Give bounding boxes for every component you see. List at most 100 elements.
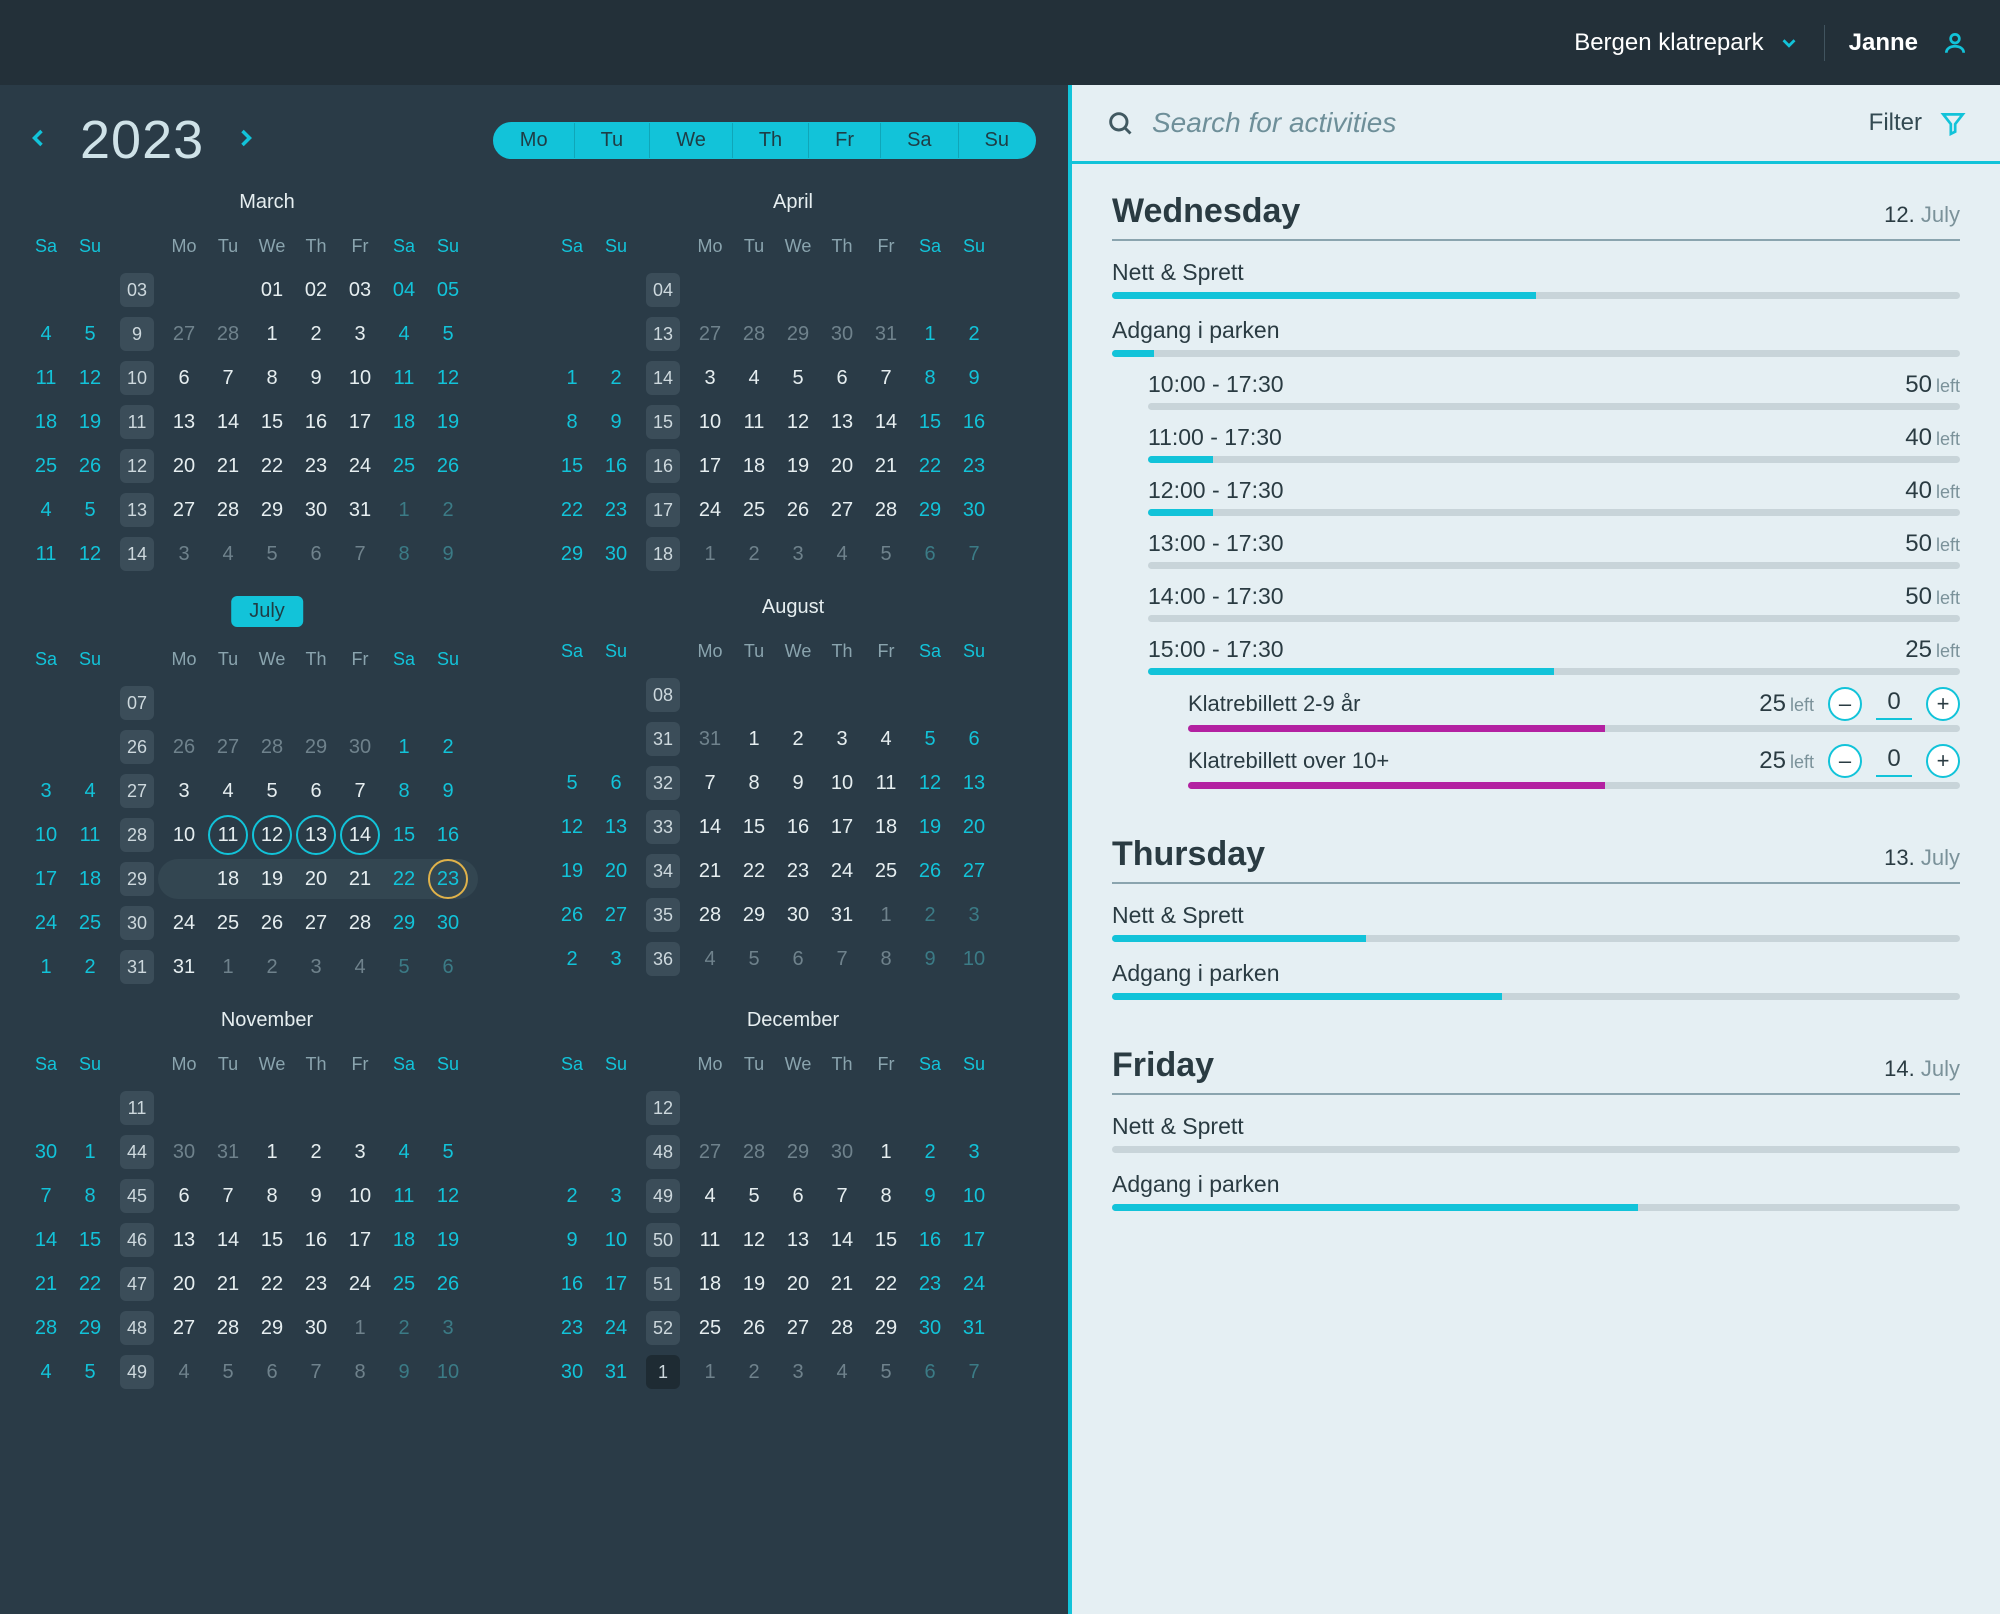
calendar-day[interactable]: 1 [382, 488, 426, 532]
calendar-day[interactable]: 26 [776, 488, 820, 532]
calendar-day[interactable]: 21 [820, 1262, 864, 1306]
calendar-day[interactable]: 5 [68, 1350, 112, 1394]
calendar-day[interactable]: 2 [550, 937, 594, 981]
calendar-day[interactable]: 12 [426, 356, 470, 400]
calendar-day[interactable]: 5 [864, 1350, 908, 1394]
calendar-day[interactable]: 28 [864, 488, 908, 532]
calendar-day[interactable]: 5 [68, 312, 112, 356]
prev-year-button[interactable] [24, 124, 52, 157]
calendar-day[interactable]: 1 [206, 945, 250, 989]
calendar-day[interactable]: 15 [864, 1218, 908, 1262]
calendar-day[interactable]: 29 [68, 1306, 112, 1350]
calendar-day[interactable]: 6 [952, 717, 996, 761]
calendar-day[interactable]: 25 [732, 488, 776, 532]
calendar-day[interactable]: 8 [382, 532, 426, 576]
calendar-day[interactable]: 18 [732, 444, 776, 488]
calendar-day[interactable]: 8 [732, 761, 776, 805]
calendar-day[interactable]: 27 [820, 488, 864, 532]
calendar-day[interactable]: 6 [162, 356, 206, 400]
calendar-day[interactable]: 7 [24, 1174, 68, 1218]
calendar-day[interactable]: 14 [206, 1218, 250, 1262]
calendar-day[interactable]: 12 [68, 532, 112, 576]
calendar-day[interactable]: 1 [382, 725, 426, 769]
time-slot[interactable]: 12:00 - 17:3040left [1112, 477, 1960, 516]
calendar-day[interactable]: 5 [550, 761, 594, 805]
calendar-day[interactable]: 8 [864, 937, 908, 981]
calendar-day[interactable]: 26 [732, 1306, 776, 1350]
calendar-day[interactable]: 26 [426, 1262, 470, 1306]
calendar-day[interactable]: 6 [908, 1350, 952, 1394]
calendar-day[interactable]: 21 [206, 1262, 250, 1306]
calendar-day[interactable]: 12 [776, 400, 820, 444]
calendar-day[interactable]: 1 [338, 1306, 382, 1350]
calendar-day[interactable]: 26 [908, 849, 952, 893]
calendar-day[interactable]: 20 [776, 1262, 820, 1306]
calendar-day[interactable]: 29 [908, 488, 952, 532]
calendar-day[interactable]: 30 [294, 1306, 338, 1350]
calendar-day[interactable]: 4 [688, 1174, 732, 1218]
calendar-day[interactable]: 15 [250, 1218, 294, 1262]
calendar-day[interactable]: 2 [426, 488, 470, 532]
calendar-day[interactable]: 9 [908, 1174, 952, 1218]
calendar-day[interactable]: 5 [732, 937, 776, 981]
calendar-day[interactable]: 1 [550, 356, 594, 400]
calendar-day[interactable]: 18 [688, 1262, 732, 1306]
calendar-day[interactable]: 11 [864, 761, 908, 805]
calendar-day[interactable]: 4 [382, 1130, 426, 1174]
calendar-day[interactable]: 18 [24, 400, 68, 444]
calendar-day[interactable]: 11 [24, 532, 68, 576]
calendar-day[interactable]: 16 [908, 1218, 952, 1262]
calendar-day[interactable]: 30 [820, 312, 864, 356]
calendar-day[interactable]: 9 [426, 769, 470, 813]
calendar-day[interactable]: 31 [206, 1130, 250, 1174]
calendar-day[interactable]: 5 [426, 1130, 470, 1174]
calendar-day[interactable]: 7 [294, 1350, 338, 1394]
dow-pill[interactable]: Mo [494, 123, 574, 158]
calendar-day[interactable]: 22 [550, 488, 594, 532]
calendar-day[interactable]: 13 [952, 761, 996, 805]
calendar-day[interactable]: 19 [250, 857, 294, 901]
calendar-day[interactable]: 26 [250, 901, 294, 945]
time-slot[interactable]: 11:00 - 17:3040left [1112, 424, 1960, 463]
time-slot[interactable]: 14:00 - 17:3050left [1112, 583, 1960, 622]
calendar-day[interactable]: 4 [820, 532, 864, 576]
calendar-day[interactable]: 17 [338, 400, 382, 444]
calendar-day[interactable]: 3 [594, 1174, 638, 1218]
calendar-day[interactable]: 12 [68, 356, 112, 400]
calendar-day[interactable]: 12 [908, 761, 952, 805]
calendar-day[interactable]: 5 [250, 532, 294, 576]
calendar-day[interactable]: 10 [338, 356, 382, 400]
calendar-day[interactable]: 1 [864, 893, 908, 937]
calendar-day[interactable]: 6 [250, 1350, 294, 1394]
calendar-day[interactable]: 31 [594, 1350, 638, 1394]
calendar-day[interactable]: 15 [908, 400, 952, 444]
calendar-day[interactable]: 29 [776, 1130, 820, 1174]
calendar-day[interactable]: 13 [162, 1218, 206, 1262]
calendar-day[interactable]: 28 [820, 1306, 864, 1350]
calendar-day[interactable]: 7 [820, 1174, 864, 1218]
activity[interactable]: Nett & Sprett [1112, 259, 1960, 299]
calendar-day[interactable]: 28 [24, 1306, 68, 1350]
calendar-day[interactable]: 17 [338, 1218, 382, 1262]
calendar-day[interactable]: 01 [250, 268, 294, 312]
calendar-day[interactable]: 4 [732, 356, 776, 400]
calendar-day[interactable]: 13 [294, 813, 338, 857]
calendar-day[interactable]: 30 [952, 488, 996, 532]
calendar-day[interactable]: 1 [688, 1350, 732, 1394]
calendar-day[interactable]: 28 [206, 1306, 250, 1350]
calendar-day[interactable]: 28 [250, 725, 294, 769]
calendar-day[interactable]: 11 [732, 400, 776, 444]
calendar-day[interactable]: 1 [24, 945, 68, 989]
calendar-day[interactable]: 11 [382, 1174, 426, 1218]
calendar-day[interactable]: 2 [550, 1174, 594, 1218]
increment-button[interactable]: + [1926, 744, 1960, 778]
next-year-button[interactable] [232, 124, 260, 157]
filter-label[interactable]: Filter [1869, 109, 1922, 137]
calendar-day[interactable]: 17 [162, 857, 206, 901]
calendar-day[interactable]: 30 [162, 1130, 206, 1174]
calendar-day[interactable]: 22 [68, 1262, 112, 1306]
dow-pill[interactable]: Fr [808, 123, 880, 158]
calendar-day[interactable]: 28 [732, 312, 776, 356]
calendar-day[interactable]: 10 [688, 400, 732, 444]
calendar-day[interactable]: 24 [24, 901, 68, 945]
